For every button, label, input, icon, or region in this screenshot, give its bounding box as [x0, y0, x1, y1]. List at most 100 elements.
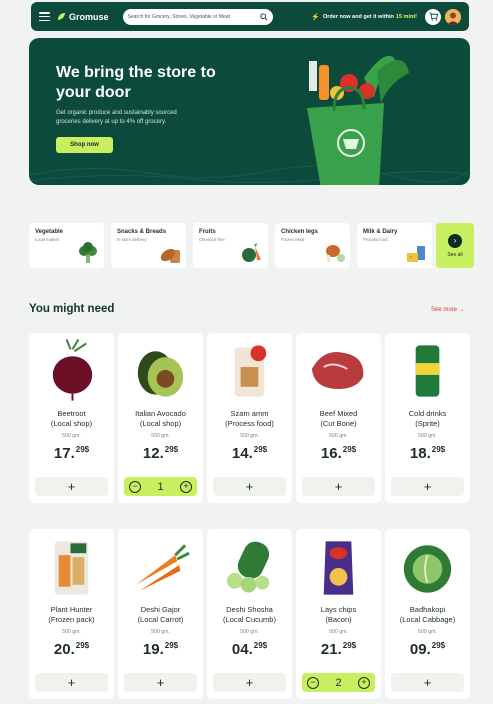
price-main: 18. [409, 445, 431, 462]
broccoli-icon [79, 242, 97, 263]
logo-leaf-icon [57, 12, 66, 21]
menu-icon[interactable] [39, 12, 50, 21]
product-title: Szam amm [230, 409, 269, 418]
search-icon[interactable] [259, 12, 268, 21]
product-weight: 500 gm. [62, 629, 81, 635]
add-to-cart-button[interactable]: + [391, 673, 464, 692]
price-main: 14. [231, 445, 253, 462]
product-card[interactable]: Beef Mixed (Cut Bone) 500 gm. 16.29$ + [296, 333, 381, 503]
chicken-leg-icon [326, 245, 345, 262]
section-title: You might need [29, 303, 115, 315]
price-main: 21. [320, 641, 342, 658]
product-title: Lays chips [320, 605, 357, 614]
quantity-value: 1 [157, 480, 164, 493]
product-subtitle: (Sprite) [415, 419, 440, 428]
product-weight: 500 gm. [418, 433, 437, 439]
plus-icon[interactable]: + [180, 480, 192, 493]
see-more-link[interactable]: See more → [431, 307, 465, 313]
plus-icon: + [245, 479, 254, 494]
category-card-fruits[interactable]: Fruits Chemical free [193, 223, 268, 268]
product-title: Plant Hunter [50, 605, 93, 614]
product-name: Beef Mixed (Cut Bone) [296, 409, 381, 429]
plus-icon: + [334, 479, 343, 494]
shop-now-button[interactable]: Shop now [56, 137, 113, 153]
category-name: Vegetable [35, 229, 64, 235]
plus-icon: + [245, 675, 254, 690]
product-title: Badhakopi [409, 605, 446, 614]
product-title: Deshi Shosha [226, 605, 273, 614]
bread-icon [160, 248, 180, 263]
category-card-chicken-legs[interactable]: Chicken legs Frozen Meal [275, 223, 350, 268]
plus-icon: + [67, 479, 76, 494]
product-price: 20.29$ [29, 641, 114, 658]
see-all-categories-button[interactable]: › See all [436, 223, 474, 268]
product-price: 21.29$ [296, 641, 381, 658]
minus-icon[interactable]: − [307, 676, 319, 689]
category-name: Chicken legs [281, 229, 319, 235]
see-more-label: See more [431, 307, 458, 313]
add-to-cart-button[interactable]: + [35, 673, 108, 692]
snack-pack-icon [234, 345, 267, 397]
product-card[interactable]: Cold drinks (Sprite) 500 gm. 18.29$ + [385, 333, 470, 503]
product-price: 14.29$ [207, 445, 292, 462]
product-card[interactable]: Beetroot (Local shop) 500 gm. 17.29$ + [29, 333, 114, 503]
cart-button[interactable] [425, 8, 441, 25]
product-card[interactable]: Badhakopi (Local Cabbage) 500 gm. 09.29$ + [385, 529, 470, 699]
price-cents: 29$ [75, 445, 90, 454]
product-name: Italian Avocado (Local shop) [118, 409, 203, 429]
promo-highlight: 15 mint! [395, 13, 417, 20]
product-subtitle: (Cut Bone) [320, 419, 357, 428]
add-to-cart-button[interactable]: + [213, 673, 286, 692]
beetroot-icon [52, 339, 93, 401]
category-card-snacks-breads[interactable]: Snacks & Breads In store delivery [111, 223, 186, 268]
price-cents: 29$ [431, 445, 446, 454]
price-cents: 29$ [75, 641, 90, 650]
add-to-cart-button[interactable]: + [124, 673, 197, 692]
quantity-stepper: − 2 + [302, 673, 375, 692]
see-all-label: See all [447, 251, 463, 258]
product-weight: 500 gm. [240, 629, 259, 635]
page: Gromuse Search for Grocery, Stores, Vege… [0, 0, 493, 704]
product-title: Beetroot [57, 409, 86, 418]
top-nav: Gromuse Search for Grocery, Stores, Vege… [31, 2, 469, 31]
price-cents: 29$ [342, 641, 357, 650]
avatar[interactable] [445, 8, 461, 25]
product-title: Beef Mixed [319, 409, 358, 418]
price-cents: 29$ [253, 641, 268, 650]
soda-can-icon [415, 345, 440, 397]
product-subtitle: (Process food) [225, 419, 274, 428]
product-card[interactable]: Deshi Shosha (Local Cucumb) 500 gm. 04.29$ + [207, 529, 292, 699]
category-name: Milk & Dairy [363, 229, 398, 235]
product-weight: 500 gm. [329, 433, 348, 439]
product-subtitle: (Local shop) [50, 419, 93, 428]
category-card-milk-dairy[interactable]: Milk & Dairy Process food [357, 223, 432, 268]
add-to-cart-button[interactable]: + [213, 477, 286, 496]
beef-icon [311, 351, 364, 389]
minus-icon[interactable]: − [129, 480, 141, 493]
product-name: Deshi Gajor (Local Carrot) [118, 605, 203, 625]
product-card[interactable]: Lays chips (Bacon) 500 gm. 21.29$ − 2 + [296, 529, 381, 699]
product-weight: 500 gm. [418, 629, 437, 635]
product-name: Plant Hunter (Frozen pack) [29, 605, 114, 625]
logo[interactable]: Gromuse [57, 12, 109, 22]
plus-icon[interactable]: + [358, 676, 370, 689]
add-to-cart-button[interactable]: + [391, 477, 464, 496]
product-card[interactable]: Plant Hunter (Frozen pack) 500 gm. 20.29$ + [29, 529, 114, 699]
product-card[interactable]: Szam amm (Process food) 500 gm. 14.29$ + [207, 333, 292, 503]
search-placeholder: Search for Grocery, Stores, Vegetable or… [127, 13, 230, 20]
hero-banner: We bring the store to your door Get orga… [29, 38, 470, 185]
add-to-cart-button[interactable]: + [35, 477, 108, 496]
plus-icon: + [423, 479, 432, 494]
category-card-vegetable[interactable]: Vegetable Local market [29, 223, 104, 268]
user-avatar-icon [445, 8, 461, 25]
search-input[interactable]: Search for Grocery, Stores, Vegetable or… [122, 8, 273, 25]
add-to-cart-button[interactable]: + [302, 477, 375, 496]
cucumber-icon [226, 541, 270, 593]
price-main: 16. [320, 445, 342, 462]
product-title: Deshi Gajor [140, 605, 181, 614]
product-weight: 500 gm. [240, 433, 259, 439]
product-card[interactable]: Italian Avocado (Local shop) 500 gm. 12.29$… [118, 333, 203, 503]
product-card[interactable]: Deshi Gajor (Local Carrot) 500 gm. 19.29$ + [118, 529, 203, 699]
product-subtitle: (Local Carrot) [137, 615, 184, 624]
hero-title: We bring the store to your door [56, 64, 216, 101]
